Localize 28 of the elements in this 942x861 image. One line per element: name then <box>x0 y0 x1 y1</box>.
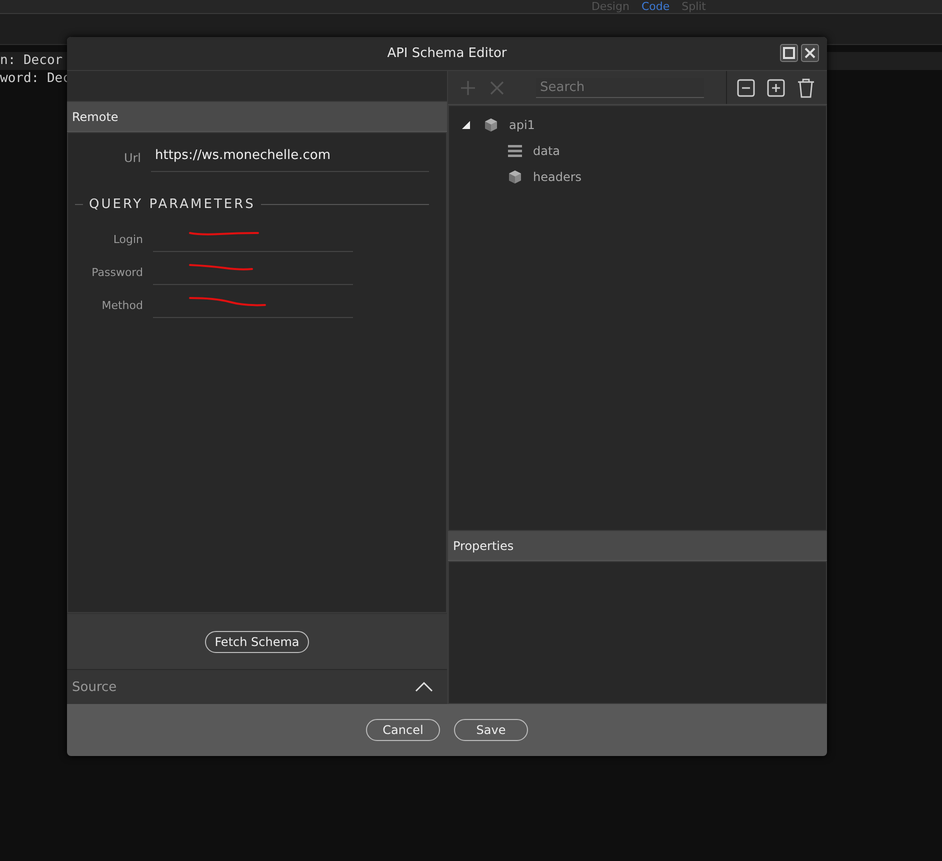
url-field[interactable]: https://ws.monechelle.com <box>151 144 429 172</box>
dialog-button[interactable]: Cancel <box>366 719 440 741</box>
expanded-triangle-icon[interactable] <box>461 120 471 130</box>
view-tab[interactable]: Code <box>641 1 670 12</box>
field-label: Login <box>112 233 143 248</box>
field-label: Url <box>122 151 141 165</box>
panel-label: Source <box>72 680 117 694</box>
cube-icon <box>483 117 499 133</box>
tree-item[interactable]: api1 <box>509 118 535 132</box>
maximize-icon[interactable] <box>780 44 798 62</box>
chevron-up-icon[interactable] <box>415 682 433 692</box>
cube-icon <box>507 169 523 185</box>
code-line: n: Decor <box>0 53 63 68</box>
trash-icon[interactable] <box>797 78 815 98</box>
tree-item[interactable]: headers <box>533 170 582 184</box>
section-title: QUERY PARAMETERS <box>89 197 256 212</box>
dialog-button[interactable]: Save <box>454 719 528 741</box>
section-header: Remote <box>72 110 118 124</box>
close-icon[interactable] <box>801 44 819 62</box>
expand-all-icon[interactable] <box>767 78 785 96</box>
fetch-schema-button[interactable]: Fetch Schema <box>204 630 310 652</box>
collapse-all-icon[interactable] <box>737 78 755 96</box>
section-header: Properties <box>453 538 514 552</box>
field-label: Method <box>100 299 143 314</box>
tree-item[interactable]: data <box>533 144 560 158</box>
field-label: Password <box>90 266 143 281</box>
window-title: API Schema Editor <box>387 46 507 61</box>
list-icon <box>507 144 523 158</box>
